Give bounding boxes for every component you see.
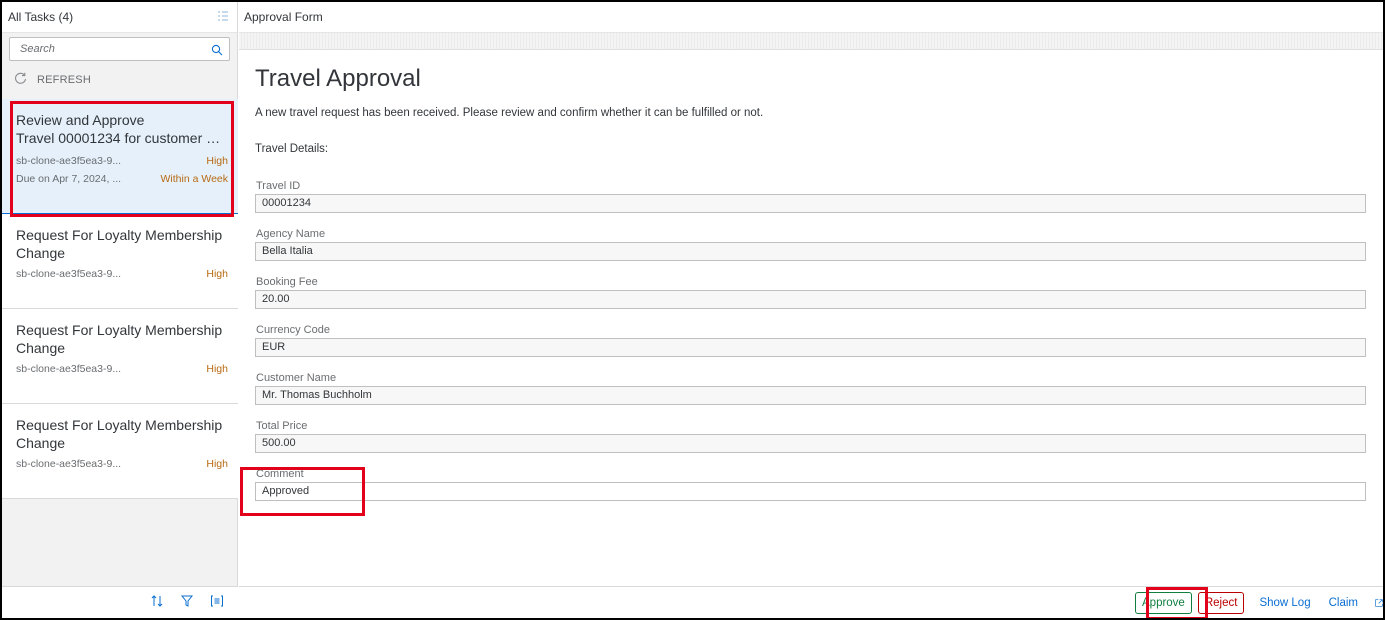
field-label: Customer Name <box>256 372 337 384</box>
field-total-price: Total Price <box>255 419 1383 467</box>
open-external-icon[interactable] <box>1369 591 1383 614</box>
customer-name-input[interactable] <box>255 385 1366 405</box>
task-item-loyalty-2[interactable]: Request For Loyalty Membership Change sb… <box>2 309 238 404</box>
task-title-line1: Request For Loyalty Membership <box>16 417 223 433</box>
detail-header: Approval Form <box>239 2 1383 33</box>
refresh-label: REFRESH <box>37 74 91 86</box>
search-icon[interactable] <box>211 43 223 56</box>
task-title-line1: Request For Loyalty Membership <box>16 227 223 243</box>
refresh-button[interactable]: REFRESH <box>14 72 91 88</box>
sort-icon[interactable] <box>150 594 164 611</box>
task-priority: High <box>206 363 228 375</box>
task-origin: sb-clone-ae3f5ea3-9... <box>16 458 122 470</box>
form-description: A new travel request has been received. … <box>255 107 764 119</box>
task-priority: High <box>206 458 228 470</box>
field-agency-name: Agency Name <box>255 227 1383 275</box>
task-origin: sb-clone-ae3f5ea3-9... <box>16 155 122 167</box>
app-frame: All Tasks (4) REFRESH Review and Approve… <box>0 0 1385 620</box>
task-title-line2: Travel 00001234 for customer Mr.... <box>16 130 228 146</box>
booking-fee-input[interactable] <box>255 289 1366 309</box>
total-price-input[interactable] <box>255 433 1366 453</box>
approval-form: Travel Approval A new travel request has… <box>239 50 1383 515</box>
task-item-loyalty-1[interactable]: Request For Loyalty Membership Change sb… <box>2 214 238 309</box>
claim-button[interactable]: Claim <box>1321 591 1365 614</box>
field-label: Agency Name <box>256 228 326 240</box>
task-title-line2: Change <box>16 245 66 261</box>
field-comment: Comment <box>255 467 1383 515</box>
filter-icon[interactable] <box>180 594 194 611</box>
currency-code-input[interactable] <box>255 337 1366 357</box>
header-divider-strip <box>239 33 1383 50</box>
task-list-pane: All Tasks (4) REFRESH Review and Approve… <box>2 2 238 618</box>
task-title-line2: Change <box>16 435 66 451</box>
task-priority: High <box>206 268 228 280</box>
task-origin: sb-clone-ae3f5ea3-9... <box>16 268 122 280</box>
task-title-line2: Change <box>16 340 66 356</box>
detail-pane: Approval Form Travel Approval A new trav… <box>239 2 1383 618</box>
field-label: Booking Fee <box>256 276 318 288</box>
approve-button[interactable]: Approve <box>1135 591 1192 614</box>
task-list-footer <box>2 586 238 618</box>
reject-button[interactable]: Reject <box>1197 591 1245 614</box>
agency-name-input[interactable] <box>255 241 1366 261</box>
task-priority: High <box>206 155 228 167</box>
field-label: Currency Code <box>256 324 330 336</box>
task-title-line1: Review and Approve <box>16 112 145 128</box>
task-due-status: Within a Week <box>160 173 229 185</box>
field-label: Comment <box>256 468 304 480</box>
field-label: Travel ID <box>256 180 301 192</box>
field-customer-name: Customer Name <box>255 371 1383 419</box>
field-label: Total Price <box>256 420 308 432</box>
search-box <box>9 37 230 61</box>
list-settings-icon[interactable] <box>217 10 229 25</box>
section-title: Travel Details: <box>255 143 329 155</box>
travel-id-input[interactable] <box>255 193 1366 213</box>
action-footer: Approve Reject Show Log Claim <box>239 586 1383 618</box>
form-title: Travel Approval <box>255 65 421 92</box>
group-icon[interactable] <box>210 594 224 611</box>
refresh-icon <box>14 72 27 88</box>
task-due-date: Due on Apr 7, 2024, ... <box>16 173 122 185</box>
show-log-button[interactable]: Show Log <box>1252 591 1318 614</box>
task-item-travel-approval[interactable]: Review and Approve Travel 00001234 for c… <box>2 99 238 214</box>
task-item-loyalty-3[interactable]: Request For Loyalty Membership Change sb… <box>2 404 238 499</box>
task-list-header: All Tasks (4) <box>2 2 237 33</box>
task-title-line1: Request For Loyalty Membership <box>16 322 223 338</box>
task-list-title: All Tasks (4) <box>8 10 74 24</box>
field-booking-fee: Booking Fee <box>255 275 1383 323</box>
field-travel-id: Travel ID <box>255 179 1383 227</box>
field-currency-code: Currency Code <box>255 323 1383 371</box>
search-input[interactable] <box>20 43 211 55</box>
task-list: Review and Approve Travel 00001234 for c… <box>2 99 238 499</box>
form-fields: Travel ID Agency Name Booking Fee Curren… <box>255 179 1383 515</box>
task-origin: sb-clone-ae3f5ea3-9... <box>16 363 122 375</box>
comment-input[interactable] <box>255 481 1366 501</box>
